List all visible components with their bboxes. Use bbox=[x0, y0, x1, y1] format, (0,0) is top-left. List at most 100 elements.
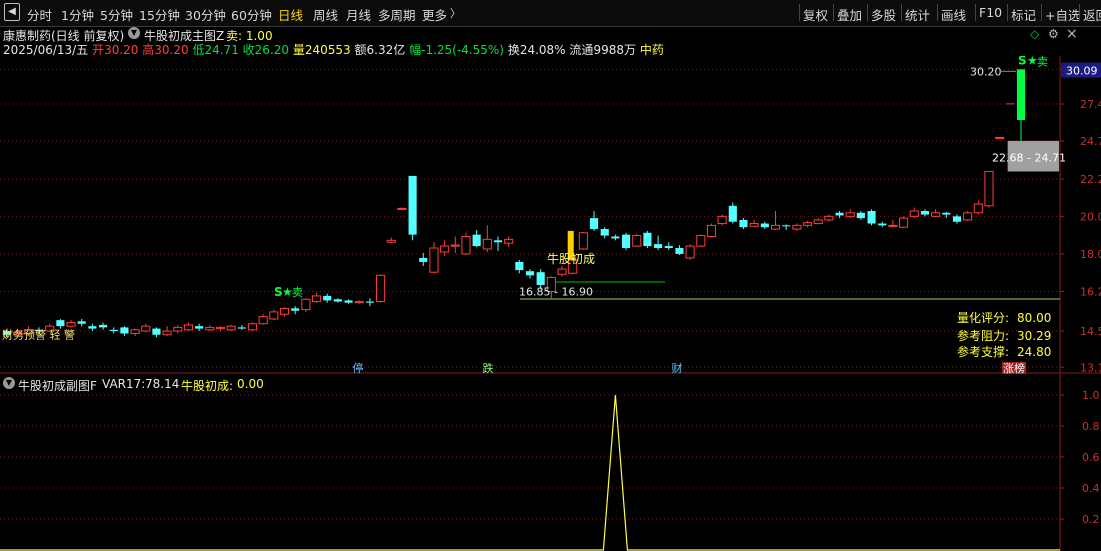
candle-body-79 bbox=[845, 212, 855, 217]
candle-body-14 bbox=[152, 328, 161, 335]
candle-body-94 bbox=[1006, 103, 1015, 105]
toolbar-button-5[interactable]: F10 bbox=[979, 5, 1002, 20]
period-tab-1[interactable]: 1分钟 bbox=[61, 5, 94, 24]
period-tab-5[interactable]: 60分钟 bbox=[231, 5, 272, 24]
candle-body-40 bbox=[429, 247, 439, 273]
high-label: 高 bbox=[142, 43, 155, 57]
candle-body-82 bbox=[878, 223, 887, 226]
quant-value-0: 80.00 bbox=[1017, 311, 1051, 325]
candle-body-59 bbox=[632, 235, 642, 247]
candle-body-60 bbox=[643, 232, 652, 247]
sub-tick-label-0: 1.0 bbox=[1082, 389, 1100, 402]
candle-body-39 bbox=[419, 257, 428, 262]
dropdown-circle-icon[interactable]: ▼ bbox=[128, 27, 140, 39]
low-value: 24.71 bbox=[204, 43, 239, 57]
period-tab-9[interactable]: 多周期 bbox=[378, 5, 416, 24]
chevron-right-icon[interactable]: 〉 bbox=[450, 5, 461, 21]
toolbar-button-3[interactable]: 统计 bbox=[905, 5, 930, 24]
price-tick-label-5: 18.0 bbox=[1080, 248, 1101, 261]
candle-body-63 bbox=[675, 248, 684, 254]
change-value: -1.25(-4.55%) bbox=[421, 43, 504, 57]
candle-body-26 bbox=[279, 307, 290, 315]
candle-body-76 bbox=[813, 219, 823, 225]
sub-tick-label-2: 0.6 bbox=[1082, 451, 1100, 464]
candle-body-47 bbox=[504, 238, 514, 244]
toolbar-button-7[interactable]: +自选 bbox=[1045, 5, 1080, 24]
sub-indicator-chart[interactable]: 1.0 0.8 0.6 0.4 0.2 bbox=[0, 374, 1101, 551]
candle-body-66 bbox=[706, 224, 717, 238]
candle-body-77 bbox=[824, 215, 834, 221]
candlestick-chart[interactable]: 30.227.424.722.220.018.016.214.513.130.0… bbox=[0, 56, 1101, 374]
candle-body-6 bbox=[66, 322, 76, 327]
amount-value: 6.32亿 bbox=[366, 43, 406, 57]
toolbar-separator bbox=[799, 4, 800, 21]
candle-body-37 bbox=[397, 207, 407, 210]
event-marker-1: 跌 bbox=[483, 361, 494, 374]
candle-body-55 bbox=[589, 218, 599, 230]
period-tab-6[interactable]: 日线 bbox=[278, 5, 303, 24]
candle-body-43 bbox=[461, 236, 471, 255]
candle-body-42 bbox=[450, 244, 460, 247]
candle-body-11 bbox=[120, 327, 129, 334]
open-value: 30.20 bbox=[104, 43, 139, 57]
toolbar-button-2[interactable]: 多股 bbox=[871, 5, 896, 24]
float-value: 9988万 bbox=[593, 43, 636, 57]
toolbar-button-1[interactable]: 叠加 bbox=[837, 5, 862, 24]
candle-body-90 bbox=[963, 212, 973, 221]
period-tab-7[interactable]: 周线 bbox=[313, 5, 338, 24]
toolbar-separator bbox=[833, 4, 834, 21]
price-tick-label-8: 13.1 bbox=[1080, 361, 1101, 374]
candle-body-62 bbox=[664, 246, 673, 249]
period-tab-0[interactable]: 分时 bbox=[27, 5, 52, 24]
gear-icon[interactable]: ⚙ bbox=[1048, 27, 1059, 41]
candle-body-54 bbox=[578, 232, 588, 250]
candle-body-95 bbox=[1016, 69, 1026, 121]
candle-body-81 bbox=[867, 211, 876, 224]
candle-body-27 bbox=[291, 308, 300, 311]
back-icon[interactable]: ◀ bbox=[4, 3, 20, 21]
close-label: 收 bbox=[242, 43, 255, 57]
candle-body-56 bbox=[600, 229, 609, 236]
price-tick-label-3: 22.2 bbox=[1080, 173, 1101, 186]
candle-body-10 bbox=[109, 329, 118, 332]
candle-body-64 bbox=[685, 245, 695, 259]
period-tab-3[interactable]: 15分钟 bbox=[139, 5, 180, 24]
sell-signal-label: 卖 bbox=[1037, 56, 1048, 68]
period-tab-4[interactable]: 30分钟 bbox=[185, 5, 226, 24]
candle-body-29 bbox=[311, 295, 322, 303]
candle-body-32 bbox=[344, 300, 353, 303]
period-tab-8[interactable]: 月线 bbox=[346, 5, 371, 24]
gap-range-label: 22.68 - 24.71 bbox=[992, 151, 1066, 164]
toolbar-button-6[interactable]: 标记 bbox=[1011, 5, 1036, 24]
candle-body-57 bbox=[611, 236, 620, 239]
toolbar-button-0[interactable]: 复权 bbox=[803, 5, 828, 24]
candle-body-7 bbox=[77, 321, 86, 324]
candle-body-5 bbox=[56, 320, 65, 327]
quant-label-2: 参考支撑: bbox=[957, 344, 1009, 359]
turnover-value: 24.08% bbox=[519, 43, 566, 57]
diamond-icon[interactable]: ◇ bbox=[1030, 27, 1039, 41]
period-tab-10[interactable]: 更多 bbox=[422, 5, 447, 24]
event-marker-0: 停 bbox=[353, 361, 364, 374]
candle-body-17 bbox=[183, 324, 194, 331]
close-icon[interactable]: × bbox=[1066, 26, 1078, 42]
low-label: 低 bbox=[192, 43, 205, 57]
candle-body-71 bbox=[760, 223, 769, 228]
quant-label-0: 量化评分: bbox=[957, 311, 1009, 325]
toolbar-button-8[interactable]: 返回 bbox=[1083, 5, 1101, 24]
close-value: 26.20 bbox=[254, 43, 290, 57]
toolbar-button-4[interactable]: 画线 bbox=[941, 5, 966, 24]
warning-label: 财务预警 轻 警 bbox=[2, 328, 75, 342]
early-sell-label: 卖 bbox=[292, 286, 303, 299]
period-tab-2[interactable]: 5分钟 bbox=[100, 5, 133, 24]
candle-body-33 bbox=[354, 301, 364, 304]
candle-body-48 bbox=[515, 261, 524, 271]
toolbar-separator bbox=[1041, 4, 1042, 21]
toolbar-separator bbox=[867, 4, 868, 21]
candle-body-84 bbox=[899, 217, 909, 228]
sub-tick-label-1: 0.8 bbox=[1082, 420, 1100, 433]
candle-body-86 bbox=[920, 211, 929, 215]
candle-body-45 bbox=[482, 238, 492, 250]
price-tick-label-6: 16.2 bbox=[1080, 286, 1101, 299]
candle-body-78 bbox=[835, 212, 844, 216]
